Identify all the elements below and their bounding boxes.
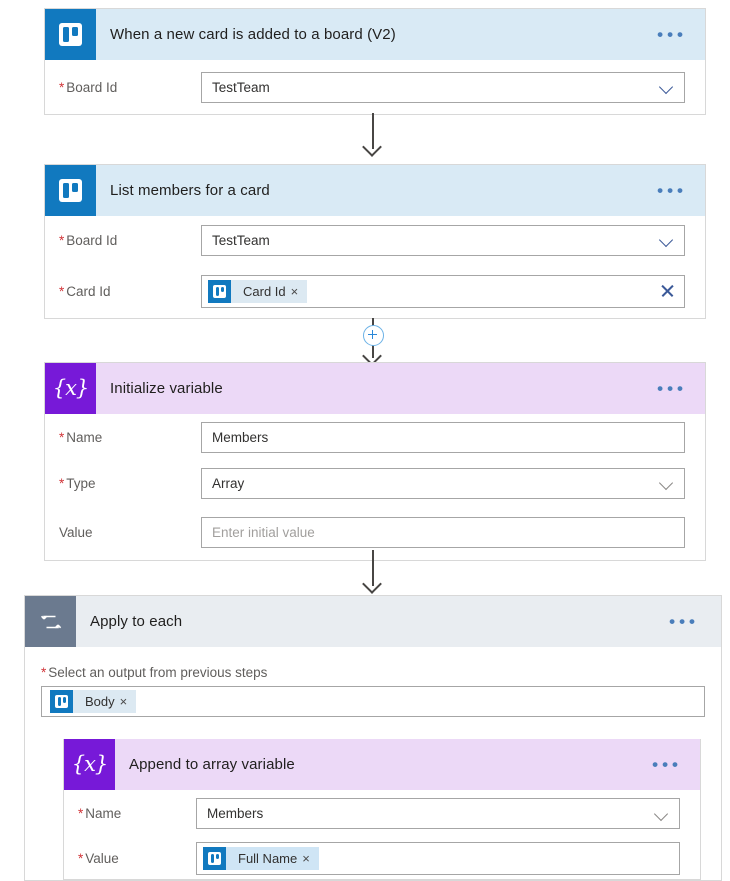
- variable-icon: {x}: [45, 363, 96, 414]
- action-card-append-to-array[interactable]: {x} Append to array variable • • • * Name M…: [63, 739, 701, 880]
- more-options-icon[interactable]: • • •: [646, 739, 700, 790]
- board-id-value: TestTeam: [212, 79, 270, 95]
- variable-icon: {x}: [64, 739, 115, 790]
- card-body: * Board Id TestTeam * Card Id Card Id ×: [45, 216, 705, 318]
- required-asterisk: *: [59, 475, 65, 491]
- card-icon-wrap: {x}: [45, 363, 96, 414]
- required-asterisk: *: [78, 806, 84, 821]
- field-row-name: * Name Members: [45, 414, 705, 461]
- token-remove-icon[interactable]: ×: [120, 695, 137, 708]
- connector-arrow-2: [361, 349, 385, 363]
- field-row-board-id: * Board Id TestTeam: [45, 60, 705, 114]
- clear-field-icon[interactable]: [660, 283, 676, 299]
- field-row-type: * Type Array: [45, 461, 705, 505]
- action-card-apply-to-each[interactable]: Apply to each • • • * Select an output from…: [24, 595, 722, 881]
- more-options-icon[interactable]: • • •: [651, 363, 705, 414]
- action-card-initialize-variable[interactable]: {x} Initialize variable • • • * Name Member…: [44, 362, 706, 561]
- card-body: * Board Id TestTeam: [45, 60, 705, 114]
- trello-icon: [208, 279, 231, 303]
- append-name-value: Members: [207, 806, 264, 821]
- variable-name-input[interactable]: Members: [201, 422, 685, 453]
- card-icon-wrap: [25, 596, 76, 647]
- variable-name-value: Members: [212, 430, 269, 445]
- variable-value-placeholder: Enter initial value: [212, 525, 315, 540]
- variable-glyph: {x}: [52, 376, 90, 400]
- required-asterisk: *: [59, 79, 65, 95]
- variable-type-value: Array: [212, 475, 245, 491]
- required-asterisk: *: [59, 283, 65, 299]
- required-asterisk: *: [78, 850, 84, 866]
- trello-icon: [45, 9, 96, 60]
- card-title: When a new card is added to a board (V2): [110, 26, 396, 43]
- trello-icon: [50, 690, 73, 713]
- append-name-dropdown[interactable]: Members: [196, 798, 680, 829]
- field-row-value: * Value Full Name ×: [64, 837, 700, 879]
- connector-arrow-1: [361, 140, 385, 154]
- loop-icon: [25, 596, 76, 647]
- connector-arrow-3: [361, 577, 385, 591]
- token-chip-full-name[interactable]: Full Name ×: [203, 846, 319, 870]
- trello-icon: [203, 846, 226, 870]
- chevron-down-icon[interactable]: [655, 806, 671, 822]
- field-label: Value: [59, 525, 93, 540]
- card-header[interactable]: List members for a card • • •: [45, 165, 705, 216]
- more-options-icon[interactable]: • • •: [663, 596, 721, 647]
- more-options-icon[interactable]: • • •: [651, 9, 705, 60]
- card-body: * Name Members * Type Array Value Enter in…: [45, 414, 705, 560]
- chevron-down-icon[interactable]: [660, 475, 676, 491]
- board-id-value: TestTeam: [212, 232, 270, 248]
- field-label: * Name: [59, 430, 103, 445]
- token-remove-icon[interactable]: ×: [302, 852, 319, 865]
- append-value-field[interactable]: Full Name ×: [196, 841, 680, 875]
- variable-glyph: {x}: [71, 752, 109, 776]
- field-label: * Board Id: [59, 79, 118, 95]
- field-label: * Type: [59, 475, 96, 491]
- card-header[interactable]: {x} Initialize variable • • •: [45, 363, 705, 414]
- card-icon-wrap: {x}: [64, 739, 115, 790]
- chevron-down-icon[interactable]: [660, 232, 676, 248]
- card-header[interactable]: {x} Append to array variable • • •: [64, 739, 700, 790]
- variable-value-input[interactable]: Enter initial value: [201, 517, 685, 548]
- field-row-card-id: * Card Id Card Id ×: [45, 264, 705, 318]
- card-title: Apply to each: [90, 613, 183, 630]
- card-title: Initialize variable: [110, 380, 223, 397]
- field-label: * Name: [78, 806, 122, 821]
- action-card-trigger[interactable]: When a new card is added to a board (V2)…: [44, 8, 706, 115]
- field-row-board-id: * Board Id TestTeam: [45, 216, 705, 264]
- token-chip-body[interactable]: Body ×: [50, 690, 137, 713]
- action-card-list-members[interactable]: List members for a card • • • * Board Id Te…: [44, 164, 706, 319]
- token-remove-icon[interactable]: ×: [291, 285, 308, 298]
- token-label: Card Id: [243, 283, 286, 299]
- board-id-dropdown[interactable]: TestTeam: [201, 71, 685, 103]
- card-icon-wrap: [45, 9, 96, 60]
- card-title: List members for a card: [110, 182, 270, 199]
- token-label: Body: [85, 694, 115, 709]
- field-row-value: Value Enter initial value: [45, 505, 705, 560]
- board-id-dropdown[interactable]: TestTeam: [201, 224, 685, 256]
- field-row-name: * Name Members: [64, 790, 700, 837]
- required-asterisk: *: [41, 665, 47, 680]
- field-label: * Card Id: [59, 283, 111, 299]
- insert-step-button[interactable]: [363, 325, 384, 346]
- card-id-field[interactable]: Card Id ×: [201, 274, 685, 308]
- token-label: Full Name: [238, 850, 298, 866]
- card-icon-wrap: [45, 165, 96, 216]
- loop-body: * Select an output from previous steps Bo…: [25, 647, 721, 880]
- variable-type-dropdown[interactable]: Array: [201, 467, 685, 499]
- card-header[interactable]: Apply to each • • •: [25, 596, 721, 647]
- output-select-field[interactable]: Body ×: [41, 686, 705, 717]
- card-header[interactable]: When a new card is added to a board (V2)…: [45, 9, 705, 60]
- field-label: * Board Id: [59, 232, 118, 248]
- output-field-label: * Select an output from previous steps: [41, 665, 268, 680]
- card-title: Append to array variable: [129, 756, 295, 773]
- chevron-down-icon[interactable]: [660, 79, 676, 95]
- token-chip-card-id[interactable]: Card Id ×: [208, 279, 308, 303]
- required-asterisk: *: [59, 232, 65, 248]
- trello-icon: [45, 165, 96, 216]
- required-asterisk: *: [59, 430, 65, 445]
- more-options-icon[interactable]: • • •: [651, 165, 705, 216]
- field-label: * Value: [78, 850, 119, 866]
